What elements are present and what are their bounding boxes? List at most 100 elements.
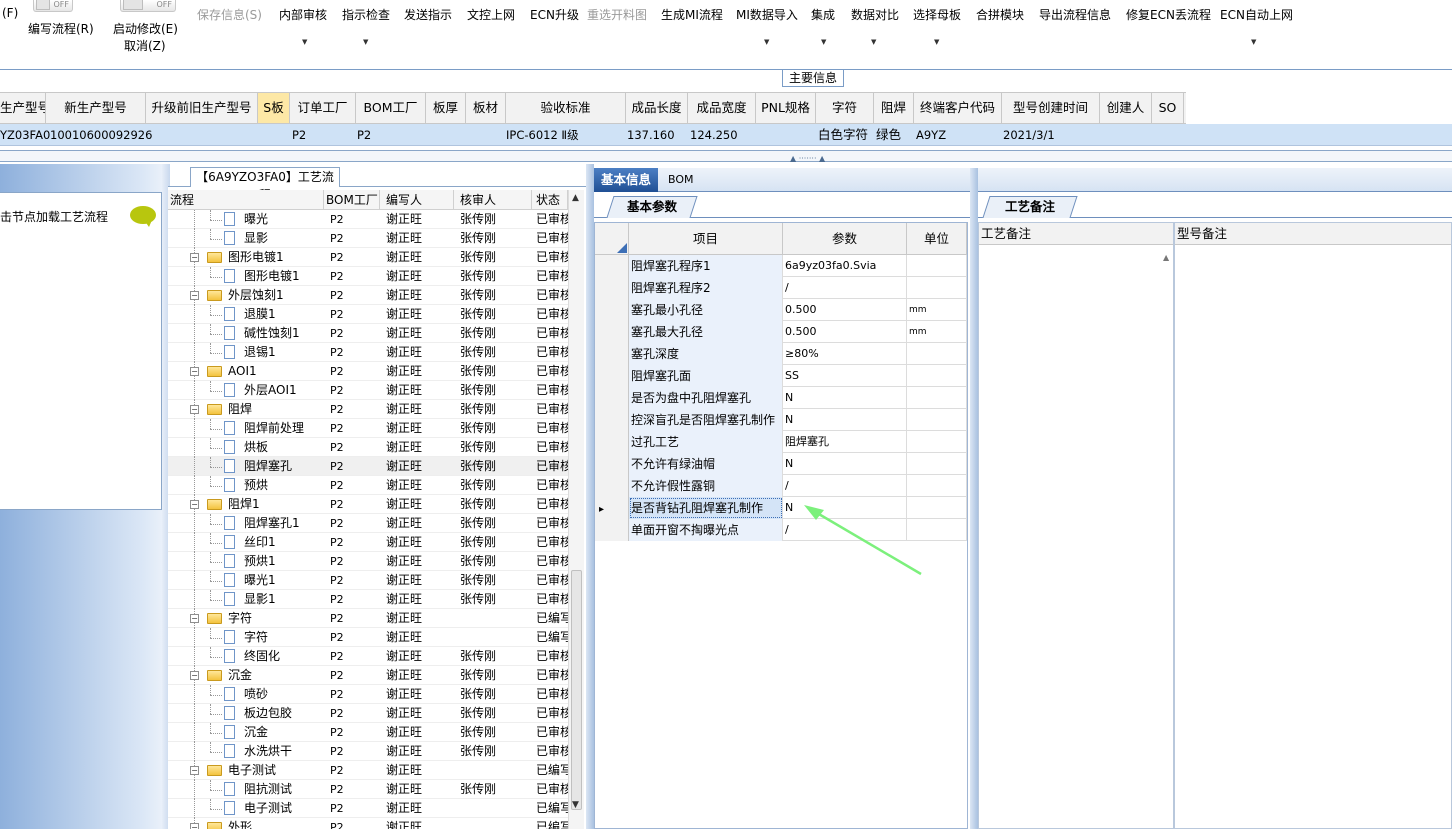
tree-row[interactable]: 显影 P2 谢正旺 张传刚 已审核 (168, 229, 568, 248)
param-row[interactable]: 阻焊塞孔程序1 6a9yz03fa0.Svia (595, 255, 967, 277)
param-row[interactable]: 控深盲孔是否阻焊塞孔制作 N (595, 409, 967, 431)
col-header[interactable]: 项目 (629, 223, 783, 255)
chevron-down-icon[interactable]: ▼ (871, 38, 876, 46)
tree-row[interactable]: 阻焊塞孔1 P2 谢正旺 张传刚 已审核 (168, 514, 568, 533)
param-value[interactable]: 阻焊塞孔 (783, 431, 907, 453)
param-value[interactable]: / (783, 277, 907, 299)
row-indicator[interactable] (595, 299, 629, 321)
param-row[interactable]: 塞孔深度 ≥80% (595, 343, 967, 365)
param-value[interactable]: / (783, 475, 907, 497)
tree-row[interactable]: 水洗烘干 P2 谢正旺 张传刚 已审核 (168, 742, 568, 761)
toggle-switch-1[interactable]: OFF (33, 0, 73, 12)
scroll-thumb[interactable] (571, 570, 582, 810)
vertical-splitter[interactable] (586, 164, 594, 829)
col-header[interactable]: 新生产型号 (46, 93, 146, 123)
col-header[interactable]: BOM工厂 (324, 190, 380, 210)
tree-row[interactable]: 阻焊塞孔 P2 谢正旺 张传刚 已审核 (168, 457, 568, 476)
param-value[interactable]: / (783, 519, 907, 541)
col-header[interactable]: 核审人 (454, 190, 532, 210)
tree-group-row[interactable]: − 字符 P2 谢正旺 已编写 (168, 609, 568, 628)
col-header[interactable]: 升级前旧生产型号 (146, 93, 258, 123)
param-value[interactable]: N (783, 497, 907, 519)
integrate-button[interactable]: 集成 (811, 6, 835, 23)
tree-row[interactable]: 退膜1 P2 谢正旺 张传刚 已审核 (168, 305, 568, 324)
col-header[interactable]: 终端客户代码 (914, 93, 1002, 123)
tree-row[interactable]: 图形电镀1 P2 谢正旺 张传刚 已审核 (168, 267, 568, 286)
col-header[interactable]: 成品宽度 (688, 93, 756, 123)
file-menu-fragment[interactable]: (F) (2, 6, 18, 20)
row-indicator[interactable] (595, 343, 629, 365)
corner-cell[interactable] (595, 223, 629, 255)
collapse-icon[interactable]: − (190, 500, 199, 509)
param-value[interactable]: ≥80% (783, 343, 907, 365)
fix-ecn-button[interactable]: 修复ECN丢流程 (1126, 6, 1211, 23)
param-value[interactable]: SS (783, 365, 907, 387)
tree-group-row[interactable]: − 图形电镀1 P2 谢正旺 张传刚 已审核 (168, 248, 568, 267)
process-note-column[interactable]: 工艺备注 ▲ (978, 222, 1174, 829)
tree-row[interactable]: 预烘1 P2 谢正旺 张传刚 已审核 (168, 552, 568, 571)
col-header[interactable]: 状态 (532, 190, 568, 210)
merge-module-button[interactable]: 合拼模块 (976, 6, 1024, 23)
chevron-down-icon[interactable]: ▼ (302, 38, 307, 46)
tree-row[interactable]: 曝光 P2 谢正旺 张传刚 已审核 (168, 210, 568, 229)
send-indication-button[interactable]: 发送指示 (404, 6, 452, 23)
collapse-icon[interactable]: − (190, 766, 199, 775)
collapse-icon[interactable]: − (190, 671, 199, 680)
tree-row[interactable]: 字符 P2 谢正旺 已编写 (168, 628, 568, 647)
save-info-button[interactable]: 保存信息(S) (197, 6, 262, 23)
col-header[interactable]: 板材 (466, 93, 506, 123)
tree-row[interactable]: 终固化 P2 谢正旺 张传刚 已审核 (168, 647, 568, 666)
col-header[interactable]: 流程 (168, 190, 324, 210)
row-indicator[interactable] (595, 277, 629, 299)
param-row[interactable]: 不允许假性露铜 / (595, 475, 967, 497)
ecn-auto-online-button[interactable]: ECN自动上网 (1220, 6, 1293, 23)
tree-group-row[interactable]: − 电子测试 P2 谢正旺 已编写 (168, 761, 568, 780)
tree-group-row[interactable]: − 外层蚀刻1 P2 谢正旺 张传刚 已审核 (168, 286, 568, 305)
tree-group-row[interactable]: − AOI1 P2 谢正旺 张传刚 已审核 (168, 362, 568, 381)
param-value[interactable]: 0.500 (783, 299, 907, 321)
tree-row[interactable]: 外层AOI1 P2 谢正旺 张传刚 已审核 (168, 381, 568, 400)
col-header[interactable]: 板厚 (426, 93, 466, 123)
param-row[interactable]: 塞孔最大孔径 0.500 mm (595, 321, 967, 343)
col-header[interactable]: 生产型号 (0, 93, 46, 123)
scroll-up-icon[interactable]: ▲ (1163, 253, 1169, 262)
row-indicator[interactable] (595, 255, 629, 277)
col-header[interactable]: 创建人 (1100, 93, 1152, 123)
tree-group-row[interactable]: − 沉金 P2 谢正旺 张传刚 已审核 (168, 666, 568, 685)
param-row[interactable]: 单面开窗不掏曝光点 / (595, 519, 967, 541)
start-edit-button[interactable]: 启动修改(E) (113, 20, 178, 37)
row-indicator[interactable] (595, 387, 629, 409)
col-header[interactable]: 参数 (783, 223, 907, 255)
scroll-down-icon[interactable]: ▼ (572, 800, 579, 810)
chevron-down-icon[interactable]: ▼ (1251, 38, 1256, 46)
write-flow-button[interactable]: 编写流程(R) (28, 20, 94, 37)
collapse-icon[interactable]: − (190, 367, 199, 376)
vertical-splitter[interactable] (970, 168, 978, 829)
tree-row[interactable]: 电子测试 P2 谢正旺 已编写 (168, 799, 568, 818)
cancel-button[interactable]: 取消(Z) (124, 37, 166, 54)
col-header[interactable]: SO (1152, 93, 1184, 123)
param-value[interactable]: N (783, 387, 907, 409)
tab-basic-info[interactable]: 基本信息 (594, 168, 658, 192)
col-header[interactable]: 单位 (907, 223, 967, 255)
internal-review-button[interactable]: 内部审核 (279, 6, 327, 23)
select-master-button[interactable]: 选择母板 (913, 6, 961, 23)
param-value[interactable]: 0.500 (783, 321, 907, 343)
tree-row[interactable]: 沉金 P2 谢正旺 张传刚 已审核 (168, 723, 568, 742)
param-row[interactable]: 过孔工艺 阻焊塞孔 (595, 431, 967, 453)
collapse-icon[interactable]: − (190, 253, 199, 262)
tree-row[interactable]: 退锡1 P2 谢正旺 张传刚 已审核 (168, 343, 568, 362)
tab-process-notes[interactable]: 工艺备注 (982, 196, 1078, 218)
ecn-upgrade-button[interactable]: ECN升级 (530, 6, 579, 23)
tree-row[interactable]: 丝印1 P2 谢正旺 张传刚 已审核 (168, 533, 568, 552)
row-indicator[interactable] (595, 453, 629, 475)
check-indication-button[interactable]: 指示检查 (342, 6, 390, 23)
export-flow-button[interactable]: 导出流程信息 (1039, 6, 1111, 23)
collapse-icon[interactable]: − (190, 823, 199, 829)
chevron-down-icon[interactable]: ▼ (764, 38, 769, 46)
col-header[interactable]: BOM工厂 (356, 93, 426, 123)
collapse-icon[interactable]: − (190, 291, 199, 300)
tree-row[interactable]: 显影1 P2 谢正旺 张传刚 已审核 (168, 590, 568, 609)
collapse-icon[interactable]: − (190, 405, 199, 414)
param-row[interactable]: 是否为盘中孔阻焊塞孔 N (595, 387, 967, 409)
